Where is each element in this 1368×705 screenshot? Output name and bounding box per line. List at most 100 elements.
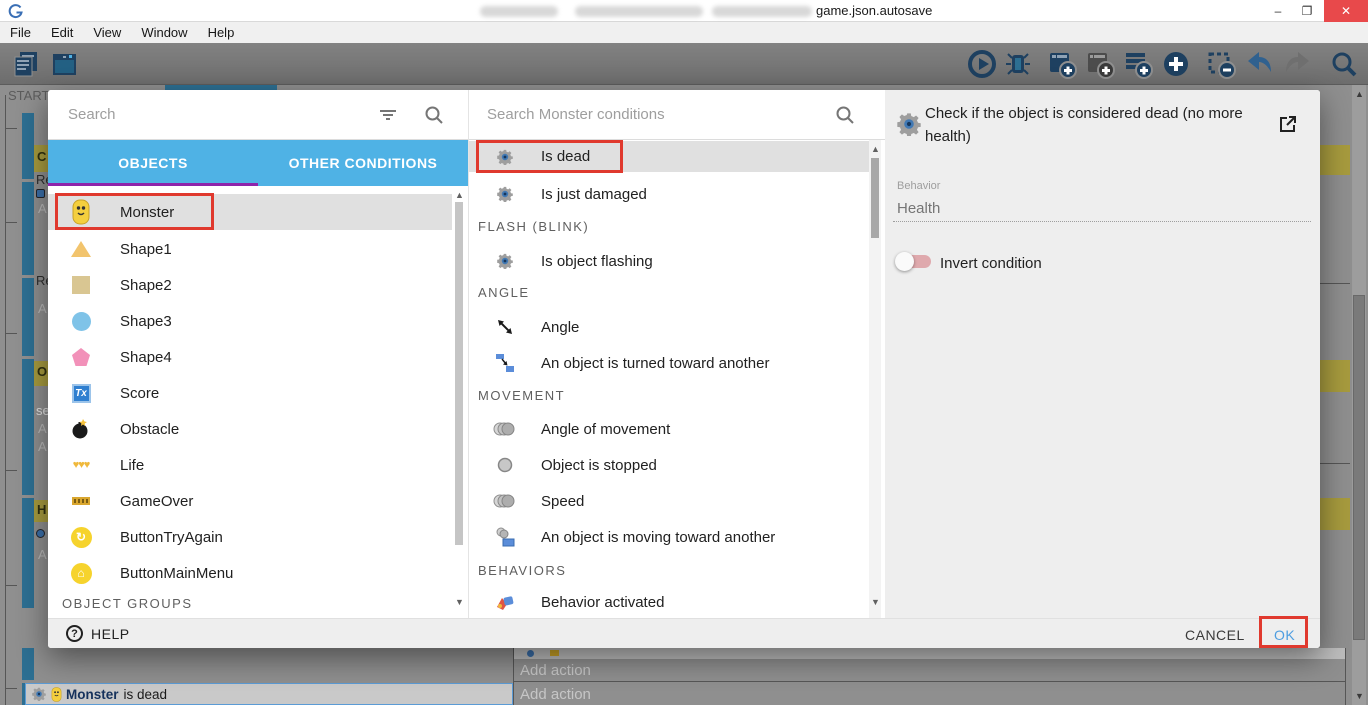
gdevelop-window: game.json.autosave – ❐ ✕ File Edit View … bbox=[0, 0, 1368, 705]
object-mini-icon bbox=[550, 650, 559, 656]
event-tree-tick bbox=[5, 222, 17, 223]
object-list-scrollbar-thumb[interactable] bbox=[455, 202, 463, 545]
object-row-buttonmainmenu[interactable]: ⌂ ButtonMainMenu bbox=[48, 555, 452, 591]
behavior-field-value[interactable]: Health bbox=[897, 200, 940, 217]
menu-help[interactable]: Help bbox=[198, 25, 245, 40]
condition-row-turned-toward[interactable]: An object is turned toward another bbox=[469, 347, 869, 379]
object-search-row bbox=[48, 90, 468, 140]
filter-icon[interactable] bbox=[378, 105, 398, 125]
condition-label: Angle of movement bbox=[541, 421, 670, 438]
event-indent-bar bbox=[22, 113, 34, 179]
condition-search-input[interactable] bbox=[487, 106, 827, 123]
maximize-button[interactable]: ❐ bbox=[1293, 0, 1321, 22]
stopped-circle-icon bbox=[493, 457, 517, 473]
event-indent-bar bbox=[22, 498, 34, 608]
blurred-title-segment bbox=[712, 6, 812, 17]
object-row-shape3[interactable]: Shape3 bbox=[48, 303, 452, 339]
add-external-layout-icon[interactable] bbox=[1084, 48, 1116, 80]
object-row-buttontryagain[interactable]: ↻ ButtonTryAgain bbox=[48, 519, 452, 555]
turned-toward-icon bbox=[493, 353, 517, 373]
menu-edit[interactable]: Edit bbox=[41, 25, 83, 40]
menu-file[interactable]: File bbox=[0, 25, 41, 40]
object-row-obstacle[interactable]: Obstacle bbox=[48, 411, 452, 447]
event-fragment: A bbox=[38, 547, 47, 562]
object-name: Shape2 bbox=[120, 277, 172, 294]
comment-block bbox=[1320, 498, 1350, 530]
search-icon[interactable] bbox=[1328, 48, 1360, 80]
events-scrollbar-thumb[interactable] bbox=[1353, 295, 1365, 640]
open-in-new-icon[interactable] bbox=[1278, 114, 1298, 134]
event-fragment: A bbox=[38, 301, 47, 316]
monster-mini-icon bbox=[51, 687, 62, 702]
event-object-name: Monster bbox=[66, 687, 119, 702]
object-row-shape2[interactable]: Shape2 bbox=[48, 267, 452, 303]
redo-icon[interactable] bbox=[1282, 48, 1314, 80]
event-fragment: C bbox=[37, 149, 46, 164]
object-row-score[interactable]: Tx Score bbox=[48, 375, 452, 411]
play-icon[interactable] bbox=[966, 48, 998, 80]
debug-icon[interactable] bbox=[1002, 48, 1034, 80]
object-name: ButtonTryAgain bbox=[120, 529, 223, 546]
movement-circles-icon bbox=[493, 493, 517, 509]
tab-other-conditions[interactable]: OTHER CONDITIONS bbox=[258, 140, 468, 186]
annotation-box-ok bbox=[1259, 616, 1308, 648]
add-object-icon[interactable] bbox=[1046, 48, 1078, 80]
pentagon-icon bbox=[68, 347, 94, 367]
object-name: Shape4 bbox=[120, 349, 172, 366]
condition-row-speed[interactable]: Speed bbox=[469, 485, 869, 517]
add-external-events-icon[interactable] bbox=[1122, 48, 1154, 80]
scroll-down-icon[interactable]: ▼ bbox=[1355, 692, 1364, 701]
scroll-down-icon[interactable]: ▼ bbox=[455, 598, 464, 607]
condition-label: Speed bbox=[541, 493, 584, 510]
scroll-up-icon[interactable]: ▲ bbox=[871, 145, 880, 154]
condition-row-is-just-damaged[interactable]: Is just damaged bbox=[469, 178, 869, 210]
remove-external-icon[interactable] bbox=[1205, 48, 1237, 80]
close-button[interactable]: ✕ bbox=[1324, 0, 1368, 22]
minimize-button[interactable]: – bbox=[1264, 0, 1292, 22]
condition-row-behavior-activated[interactable]: Behavior activated bbox=[469, 587, 869, 618]
health-gear-icon bbox=[493, 186, 517, 202]
comment-block bbox=[1320, 145, 1350, 175]
condition-row-is-object-flashing[interactable]: Is object flashing bbox=[469, 245, 869, 277]
tab-objects[interactable]: OBJECTS bbox=[48, 140, 258, 186]
title-bar: game.json.autosave – ❐ ✕ bbox=[0, 0, 1368, 22]
circle-icon bbox=[68, 312, 94, 331]
menu-view[interactable]: View bbox=[83, 25, 131, 40]
object-row-gameover[interactable]: GameOver bbox=[48, 483, 452, 519]
bomb-icon bbox=[68, 418, 94, 440]
condition-row-angle-of-movement[interactable]: Angle of movement bbox=[469, 413, 869, 445]
home-button-icon: ⌂ bbox=[68, 563, 94, 584]
object-row-shape1[interactable]: Shape1 bbox=[48, 231, 452, 267]
object-row-life[interactable]: ♥♥♥ Life bbox=[48, 447, 452, 483]
event-divider bbox=[1320, 463, 1350, 464]
condition-label: Angle bbox=[541, 319, 579, 336]
condition-row-moving-toward[interactable]: An object is moving toward another bbox=[469, 521, 869, 553]
condition-row-object-is-stopped[interactable]: Object is stopped bbox=[469, 449, 869, 481]
search-icon[interactable] bbox=[424, 105, 444, 125]
section-header: ANGLE bbox=[478, 285, 530, 300]
object-row-shape4[interactable]: Shape4 bbox=[48, 339, 452, 375]
invert-toggle-knob[interactable] bbox=[895, 252, 914, 271]
condition-label: Is object flashing bbox=[541, 253, 653, 270]
scroll-down-icon[interactable]: ▼ bbox=[871, 598, 880, 607]
help-icon: ? bbox=[66, 625, 83, 642]
project-manager-icon[interactable] bbox=[10, 48, 42, 80]
undo-icon[interactable] bbox=[1243, 48, 1275, 80]
retry-button-icon: ↻ bbox=[68, 527, 94, 548]
event-indent-bar bbox=[22, 648, 34, 680]
scroll-up-icon[interactable]: ▲ bbox=[455, 191, 464, 200]
menu-window[interactable]: Window bbox=[131, 25, 197, 40]
object-search-input[interactable] bbox=[68, 106, 368, 123]
condition-row-angle[interactable]: Angle bbox=[469, 311, 869, 343]
conditions-scrollbar-thumb[interactable] bbox=[871, 158, 879, 238]
annotation-box-is-dead bbox=[476, 140, 623, 173]
help-button[interactable]: ? HELP bbox=[66, 625, 130, 642]
search-icon[interactable] bbox=[835, 105, 855, 125]
event-tree-line bbox=[5, 95, 6, 705]
scroll-up-icon[interactable]: ▲ bbox=[1355, 90, 1364, 99]
square-icon bbox=[68, 276, 94, 294]
add-plus-icon[interactable] bbox=[1160, 48, 1192, 80]
cancel-button[interactable]: CANCEL bbox=[1185, 627, 1245, 643]
event-divider bbox=[513, 681, 1345, 682]
scene-editor-icon[interactable] bbox=[48, 48, 80, 80]
